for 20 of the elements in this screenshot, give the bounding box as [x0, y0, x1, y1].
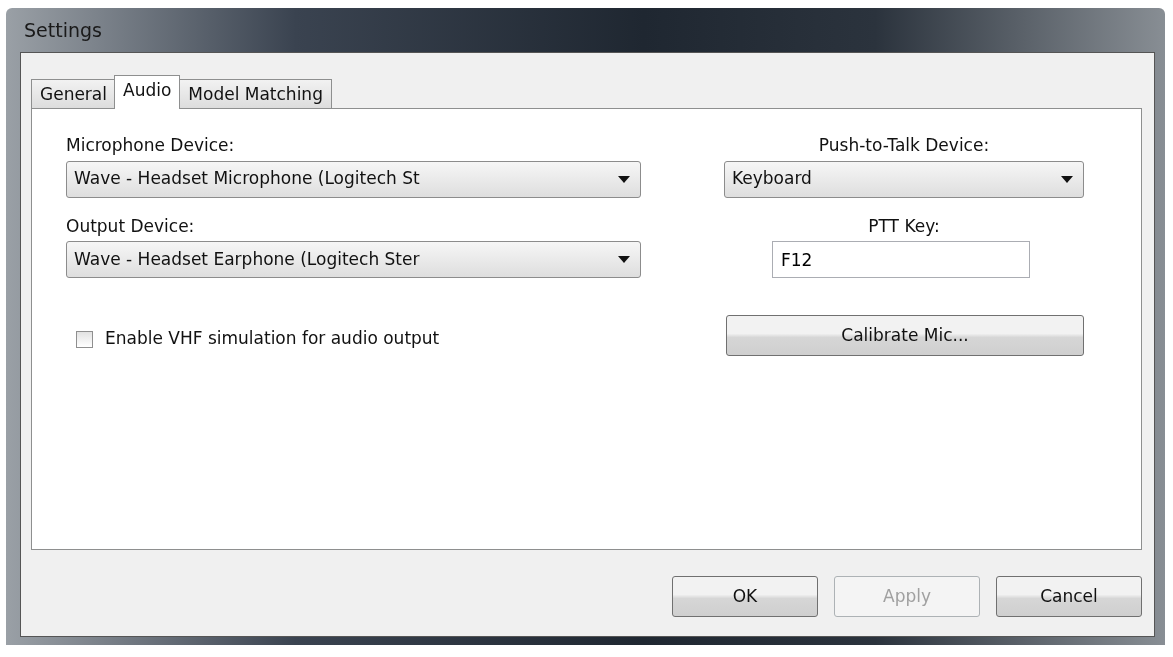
calibrate-button[interactable]: Calibrate Mic...	[726, 315, 1084, 356]
tab[interactable]: General	[31, 79, 116, 109]
dropdown-arrow-icon	[1061, 175, 1073, 183]
field-label: Output Device:	[66, 214, 196, 238]
output-dropdown[interactable]: Wave - Headset Earphone (Logitech Ster	[66, 241, 641, 278]
field-label: Microphone Device:	[66, 134, 236, 157]
window-title: Settings	[23, 17, 102, 43]
checkbox-label: Enable VHF simulation for audio output	[105, 327, 440, 351]
tab[interactable]: Audio	[114, 75, 181, 109]
field-label: PTT Key:	[867, 214, 941, 238]
ptt-key-field[interactable]: F12	[772, 241, 1030, 278]
dialog-button[interactable]: OK	[672, 576, 818, 617]
dropdown-arrow-icon	[618, 175, 630, 183]
dialog-button[interactable]: Cancel	[996, 576, 1142, 617]
microphone-dropdown[interactable]: Wave - Headset Microphone (Logitech St	[66, 160, 641, 198]
tab[interactable]: Model Matching	[179, 79, 332, 109]
dropdown-arrow-icon	[618, 256, 630, 263]
field-label: Push-to-Talk Device:	[817, 134, 991, 157]
vhf-checkbox[interactable]	[76, 330, 93, 348]
ptt-device-dropdown[interactable]: Keyboard	[724, 160, 1084, 198]
